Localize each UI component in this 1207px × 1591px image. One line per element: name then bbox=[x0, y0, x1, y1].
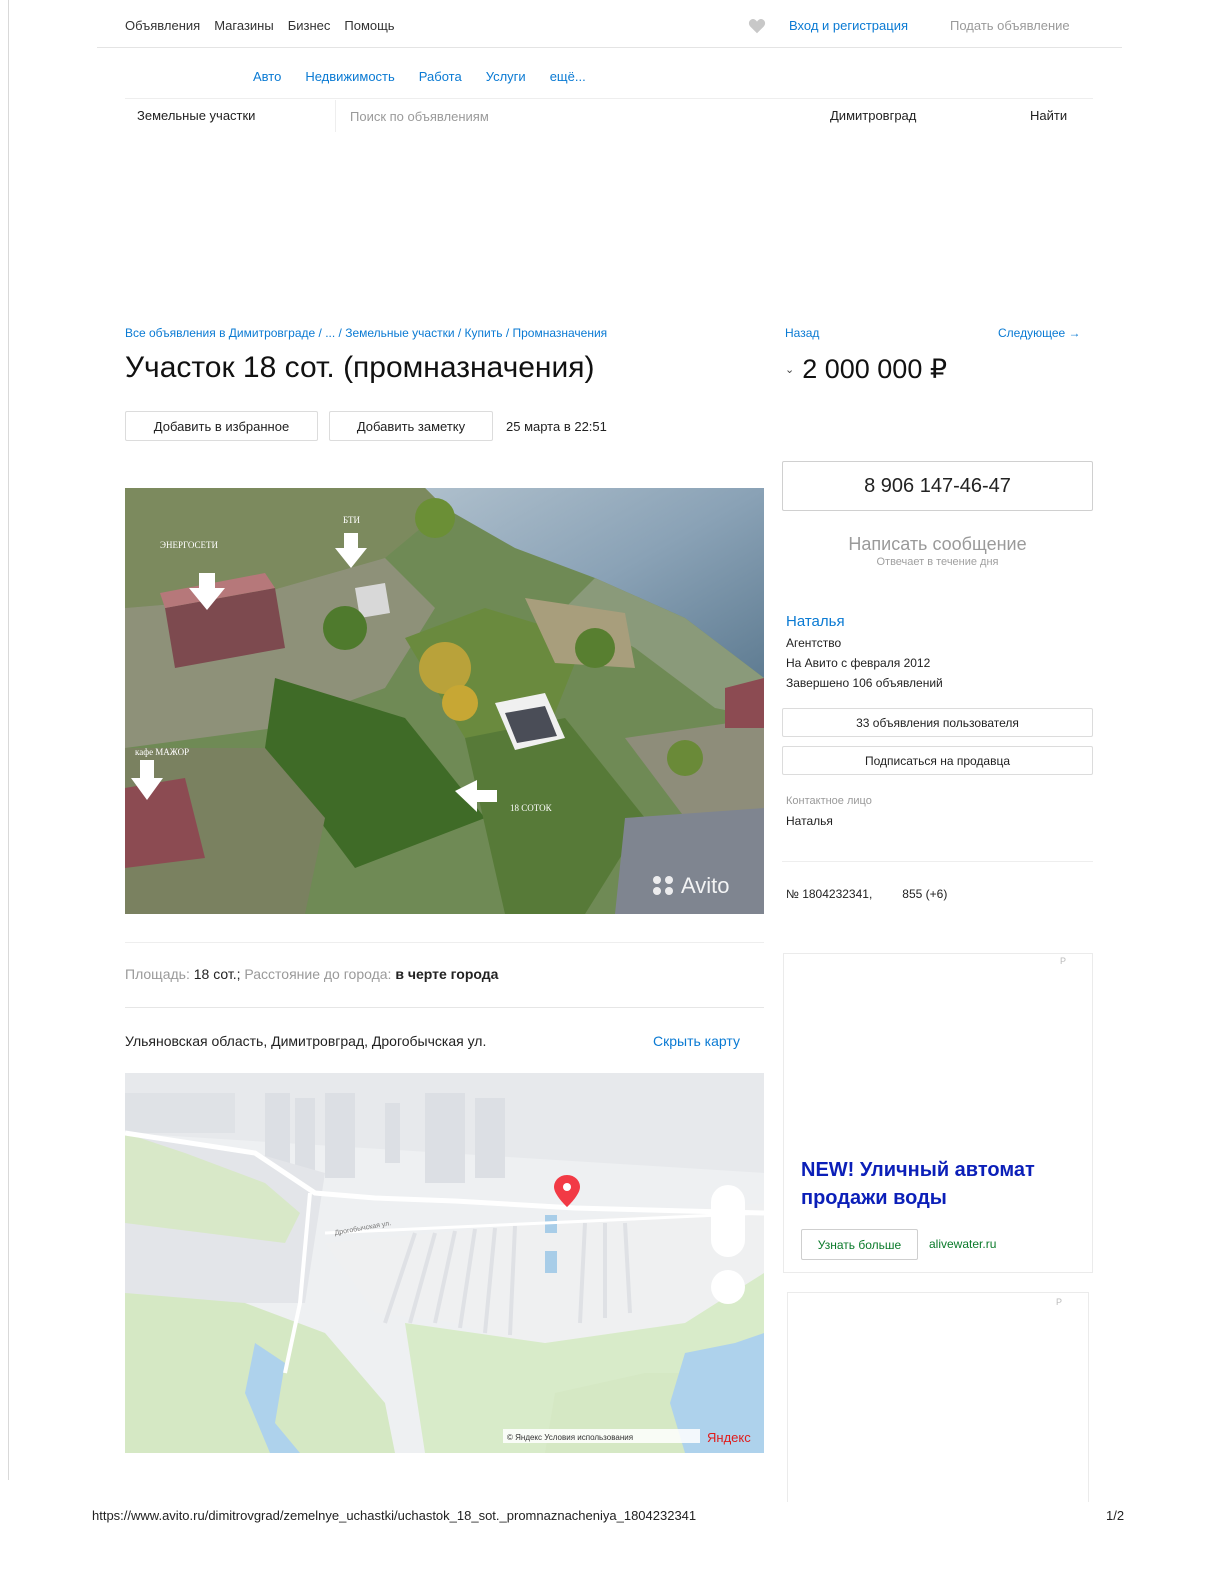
add-favorite-button[interactable]: Добавить в избранное bbox=[125, 411, 318, 441]
contact-person-label: Контактное лицо bbox=[786, 795, 872, 807]
seller-completed: Завершено 106 объявлений bbox=[786, 676, 943, 690]
price-block: ⌄ 2 000 000 ₽ bbox=[785, 354, 947, 385]
posted-date: 25 марта в 22:51 bbox=[506, 419, 607, 434]
post-ad-link[interactable]: Подать объявление bbox=[950, 18, 1070, 33]
photo-label-bti: БТИ bbox=[343, 515, 361, 525]
yandex-logo[interactable]: Яндекс bbox=[707, 1430, 751, 1445]
seller-type: Агентство bbox=[786, 636, 842, 650]
write-message-button[interactable]: Написать сообщение Отвечает в течение дн… bbox=[782, 534, 1093, 568]
subscribe-seller-button[interactable]: Подписаться на продавца bbox=[782, 746, 1093, 775]
next-link[interactable]: Следующее → bbox=[998, 326, 1081, 340]
search-input[interactable] bbox=[335, 100, 800, 132]
category-divider bbox=[125, 98, 1093, 99]
nav-business[interactable]: Бизнес bbox=[288, 18, 331, 33]
map-attribution[interactable]: © Яндекс Условия использования bbox=[507, 1433, 633, 1442]
photo-label-power: ЭНЕРГОСЕТИ bbox=[160, 540, 219, 550]
photo-label-cafe: кафе МАЖОР bbox=[135, 747, 189, 757]
map-geolocation-button[interactable] bbox=[711, 1270, 745, 1304]
location-map[interactable]: Дрогобычская ул. © Яндекс Условия исполь… bbox=[125, 1073, 764, 1453]
listing-params: Площадь: 18 сот.; Расстояние до города: … bbox=[125, 966, 498, 982]
response-time: Отвечает в течение дня bbox=[876, 556, 999, 568]
params-divider-top bbox=[125, 942, 764, 943]
hide-map-link[interactable]: Скрыть карту bbox=[653, 1033, 740, 1049]
category-jobs[interactable]: Работа bbox=[419, 69, 462, 84]
ad-marker: P bbox=[1059, 956, 1066, 966]
phone-button[interactable]: 8 906 147-46-47 bbox=[782, 461, 1093, 511]
favorites-heart-icon[interactable] bbox=[748, 18, 766, 34]
page-left-border bbox=[8, 0, 9, 1480]
category-realty[interactable]: Недвижимость bbox=[305, 69, 394, 84]
header-divider bbox=[97, 47, 1122, 48]
photo-label-plot: 18 СОТОК bbox=[510, 803, 553, 813]
area-value: 18 сот.; bbox=[193, 966, 241, 982]
city-select[interactable]: Димитровград bbox=[830, 108, 916, 123]
category-services[interactable]: Услуги bbox=[486, 69, 526, 84]
nav-shops[interactable]: Магазины bbox=[214, 18, 274, 33]
page-number: 1/2 bbox=[1106, 1508, 1125, 1523]
search-bar: Земельные участки Димитровград Найти bbox=[125, 100, 1093, 134]
listing-photo[interactable]: ЭНЕРГОСЕТИ БТИ кафе МАЖОР 18 СОТОК Avito bbox=[125, 488, 764, 914]
distance-label: Расстояние до города: bbox=[244, 966, 392, 982]
ad-learn-more-button[interactable]: Узнать больше bbox=[801, 1229, 918, 1260]
top-navigation: Объявления Магазины Бизнес Помощь bbox=[125, 18, 395, 33]
aerial-photo-image: ЭНЕРГОСЕТИ БТИ кафе МАЖОР 18 СОТОК Avito bbox=[125, 488, 764, 914]
advertisement-2[interactable]: P bbox=[787, 1292, 1089, 1502]
page-url: https://www.avito.ru/dimitrovgrad/zemeln… bbox=[92, 1508, 697, 1523]
search-button[interactable]: Найти bbox=[1030, 108, 1067, 123]
ad-title[interactable]: NEW! Уличный автомат продажи воды bbox=[801, 1156, 1086, 1212]
chevron-down-icon[interactable]: ⌄ bbox=[785, 363, 794, 376]
write-message-label: Написать сообщение bbox=[848, 534, 1027, 554]
user-ads-button[interactable]: 33 объявления пользователя bbox=[782, 708, 1093, 737]
category-select[interactable]: Земельные участки bbox=[137, 108, 255, 123]
view-count: 855 (+6) bbox=[902, 887, 948, 901]
category-navigation: Авто Недвижимость Работа Услуги ещё... bbox=[253, 69, 586, 84]
map-zoom-control[interactable] bbox=[711, 1185, 745, 1257]
category-auto[interactable]: Авто bbox=[253, 69, 281, 84]
seller-since: На Авито с февраля 2012 bbox=[786, 656, 931, 670]
back-link[interactable]: Назад bbox=[785, 326, 819, 340]
advertisement[interactable]: P NEW! Уличный автомат продажи воды Узна… bbox=[783, 953, 1093, 1273]
map-canvas: Дрогобычская ул. © Яндекс Условия исполь… bbox=[125, 1073, 764, 1453]
ad-domain-link[interactable]: alivewater.ru bbox=[929, 1237, 996, 1251]
login-register-link[interactable]: Вход и регистрация bbox=[789, 18, 908, 33]
ad-number: № 1804232341, bbox=[786, 887, 873, 901]
price: 2 000 000 ₽ bbox=[802, 354, 948, 384]
breadcrumb[interactable]: Все объявления в Димитровграде / ... / З… bbox=[125, 326, 607, 340]
nav-help[interactable]: Помощь bbox=[344, 18, 394, 33]
nav-ads[interactable]: Объявления bbox=[125, 18, 200, 33]
contact-person-name: Наталья bbox=[786, 814, 833, 828]
seller-name-link[interactable]: Наталья bbox=[786, 613, 845, 630]
ad-meta: № 1804232341, 855 (+6) bbox=[786, 887, 947, 901]
params-divider-bottom bbox=[125, 1007, 764, 1008]
area-label: Площадь: bbox=[125, 966, 190, 982]
address: Ульяновская область, Димитровград, Дрого… bbox=[125, 1033, 487, 1049]
page-title: Участок 18 сот. (промназначения) bbox=[125, 351, 595, 384]
seller-divider bbox=[782, 861, 1093, 862]
add-note-button[interactable]: Добавить заметку bbox=[329, 411, 493, 441]
distance-value: в черте города bbox=[395, 966, 499, 982]
ad-marker-2: P bbox=[1055, 1297, 1062, 1307]
avito-watermark: Avito bbox=[681, 873, 730, 898]
category-more[interactable]: ещё... bbox=[550, 69, 586, 84]
